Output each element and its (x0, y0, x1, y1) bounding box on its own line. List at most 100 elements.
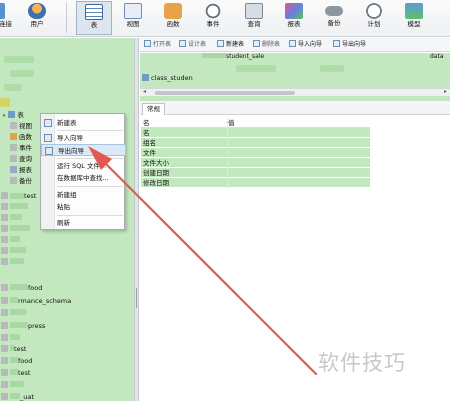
properties-table: 名值 名 组名 文件 文件大小 创建日期 修改日期 (141, 118, 370, 188)
user-icon (28, 3, 46, 19)
toolbar-table-button[interactable]: 表 (76, 1, 112, 35)
menu-item-paste[interactable]: 粘贴 (41, 201, 126, 213)
tree-item-database[interactable] (1, 333, 20, 344)
toolbar-query-button[interactable]: 查询 (236, 1, 272, 35)
tree-item-functions[interactable]: 函数 (10, 132, 32, 143)
schedule-icon (365, 3, 383, 19)
properties-header-row: 名值 (141, 118, 370, 128)
tree-item-database[interactable] (1, 308, 26, 319)
tree-item-database[interactable]: press (1, 321, 45, 332)
tree-item-database[interactable] (1, 380, 24, 391)
blurred-object-item (236, 65, 276, 72)
toolbar-connection-button[interactable]: 连接 (0, 1, 14, 35)
menu-item-import-wizard[interactable]: 导入向导 (41, 132, 126, 144)
property-row[interactable]: 组名 (141, 138, 370, 148)
database-icon (0, 98, 10, 107)
column-divider (227, 158, 228, 168)
scrollbar-thumb[interactable] (155, 91, 295, 95)
database-icon (1, 357, 8, 364)
property-row[interactable]: 修改日期 (141, 178, 370, 188)
toolbar-schedule-button[interactable]: 计划 (356, 1, 392, 35)
column-divider (227, 138, 228, 148)
tree-item-database[interactable]: rmance_schema (1, 296, 71, 307)
import-wizard-button[interactable]: 导入向导 (289, 40, 322, 50)
main-toolbar: 连接 用户 表 视图 函数 事件 查询 报表 备份 计划 模型 (0, 0, 450, 37)
toolbar-backup-button[interactable]: 备份 (316, 1, 352, 35)
backup-icon (325, 6, 343, 16)
database-icon (1, 322, 8, 329)
column-divider (227, 178, 228, 188)
export-icon (333, 40, 340, 47)
scroll-right-icon[interactable]: ▸ (444, 88, 447, 95)
toolbar-report-button[interactable]: 报表 (276, 1, 312, 35)
tree-item-queries[interactable]: 查询 (10, 154, 32, 165)
delete-table-icon (253, 40, 260, 47)
tree-item-database[interactable] (1, 213, 22, 224)
menu-item-run-sql-file[interactable]: 运行 SQL 文件... (41, 160, 126, 172)
tree-item-database[interactable] (1, 246, 26, 257)
horizontal-scrollbar[interactable]: ◂ ▸ (140, 88, 450, 96)
backup-icon (10, 177, 17, 184)
tree-item-database[interactable]: test (1, 191, 36, 202)
database-icon (1, 258, 8, 265)
tree-item-database[interactable]: food (1, 356, 32, 367)
menu-item-export-wizard[interactable]: 导出向导 (41, 144, 126, 156)
delete-table-button[interactable]: 删除表 (253, 40, 280, 50)
open-table-button[interactable]: 打开表 (144, 40, 171, 50)
column-divider (227, 168, 228, 178)
event-icon (10, 144, 17, 151)
tree-item-tables[interactable]: ▸ 表 (3, 110, 24, 121)
tab-general[interactable]: 常规 (142, 103, 165, 115)
property-row[interactable]: 文件 (141, 148, 370, 158)
tree-item-backups[interactable]: 备份 (10, 176, 32, 187)
tree-item-views[interactable]: 视图 (10, 121, 32, 132)
database-icon (1, 309, 8, 316)
object-list-item[interactable]: data (430, 53, 444, 61)
design-table-button[interactable]: 设计表 (179, 40, 206, 50)
connection-icon (0, 3, 5, 19)
tree-item-database[interactable]: _uat (1, 392, 34, 401)
database-icon (1, 236, 8, 243)
tree-item-database[interactable] (1, 235, 20, 246)
blurred-tree-item (4, 56, 34, 63)
toolbar-model-button[interactable]: 模型 (396, 1, 432, 35)
toolbar-user-button[interactable]: 用户 (19, 1, 55, 35)
properties-tabbar: 常规 (140, 101, 450, 115)
design-table-icon (179, 40, 186, 47)
tree-item-reports[interactable]: 报表 (10, 165, 32, 176)
query-icon (10, 155, 17, 162)
object-list-item[interactable]: student_sale (202, 53, 264, 61)
property-row[interactable]: 名 (141, 128, 370, 138)
tree-item-database[interactable] (1, 224, 30, 235)
table-icon (8, 111, 16, 118)
object-list-item[interactable]: class_studen (142, 73, 193, 84)
toolbar-function-button[interactable]: 函数 (155, 1, 191, 35)
tree-item-database[interactable]: test (1, 344, 26, 355)
query-icon (245, 3, 263, 19)
menu-item-find-in-database[interactable]: 在数据库中查找... (41, 172, 126, 184)
tree-item-database[interactable]: food (1, 283, 42, 294)
toolbar-view-button[interactable]: 视图 (115, 1, 151, 35)
splitter-grip[interactable] (136, 288, 137, 308)
property-row[interactable]: 创建日期 (141, 168, 370, 178)
scroll-left-icon[interactable]: ◂ (143, 88, 146, 95)
property-row[interactable]: 文件大小 (141, 158, 370, 168)
database-icon (1, 369, 8, 376)
column-divider (227, 148, 228, 158)
blurred-tree-item (4, 84, 22, 91)
menu-item-new-group[interactable]: 新建组 (41, 189, 126, 201)
tree-item-database[interactable]: test (1, 368, 30, 379)
menu-item-new-table[interactable]: 新建表 (41, 117, 126, 129)
panel-splitter[interactable] (134, 38, 139, 401)
tree-item-database[interactable] (1, 202, 28, 213)
new-table-button[interactable]: 新建表 (217, 40, 244, 50)
export-icon (45, 147, 53, 155)
tree-item-database[interactable] (1, 257, 24, 268)
blurred-object-item (320, 65, 344, 72)
event-icon (204, 3, 222, 19)
menu-item-refresh[interactable]: 刷新 (41, 217, 126, 229)
tree-item-events[interactable]: 事件 (10, 143, 32, 154)
toolbar-event-button[interactable]: 事件 (195, 1, 231, 35)
function-icon (164, 3, 182, 19)
export-wizard-button[interactable]: 导出向导 (333, 40, 366, 50)
